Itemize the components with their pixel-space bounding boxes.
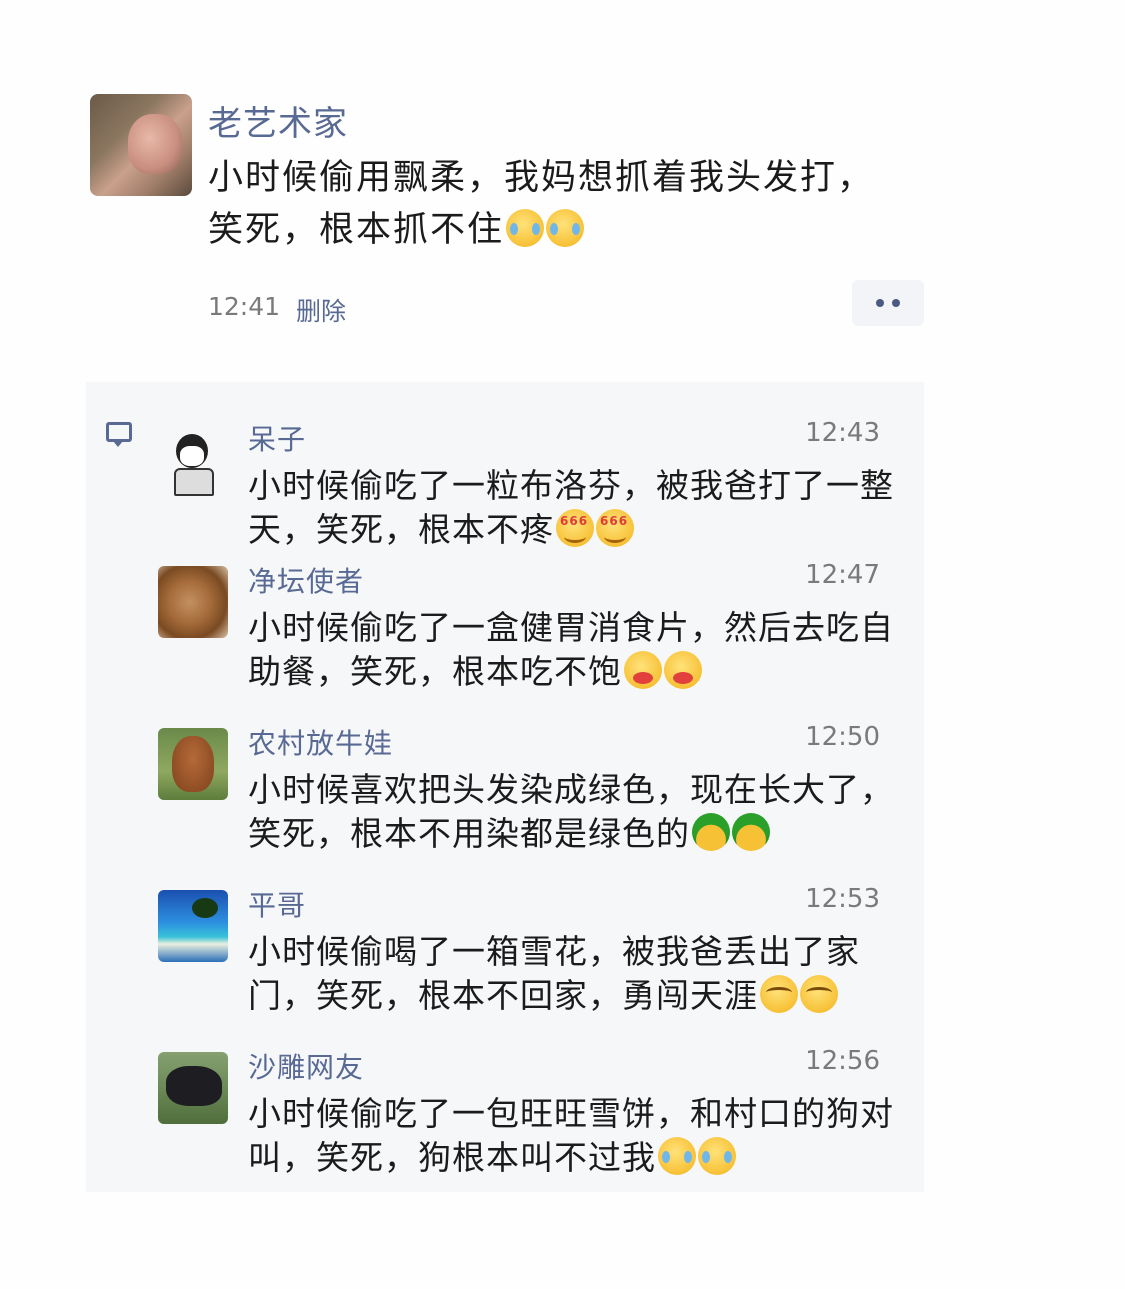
avatar[interactable] <box>158 1052 228 1124</box>
post-text: 小时候偷用飘柔，我妈想抓着我头发打，笑死，根本抓不住 <box>208 152 908 256</box>
cartoon-face <box>180 446 204 466</box>
delete-link[interactable]: 删除 <box>296 292 346 328</box>
avatar[interactable] <box>158 424 228 496</box>
comment-text-content: 小时候偷吃了一包旺旺雪饼，和村口的狗对叫，笑死，狗根本叫不过我 <box>248 1094 894 1177</box>
comment-author[interactable]: 呆子 <box>248 418 306 458</box>
cow-image <box>172 736 214 792</box>
cartoon-body <box>174 468 214 496</box>
moments-post: 老艺术家 小时候偷用飘柔，我妈想抓着我头发打，笑死，根本抓不住 12:41 删除… <box>0 0 1125 1289</box>
more-icon <box>892 299 900 307</box>
palm-image <box>192 898 218 918</box>
smirk-emoji-icon <box>800 975 838 1013</box>
comment-author[interactable]: 沙雕网友 <box>248 1046 364 1086</box>
comment-time: 12:56 <box>805 1046 880 1076</box>
comment-time: 12:53 <box>805 884 880 914</box>
comment-text[interactable]: 小时候喜欢把头发染成绿色，现在长大了，笑死，根本不用染都是绿色的 <box>248 768 908 856</box>
cry-laugh-emoji-icon <box>546 209 585 247</box>
comment-icon <box>106 422 132 447</box>
comment-author[interactable]: 平哥 <box>248 884 306 924</box>
buffalo-image <box>166 1066 222 1106</box>
comments-section: 呆子 12:43 小时候偷吃了一粒布洛芬，被我爸打了一整天，笑死，根本不疼 净坛… <box>86 382 924 1192</box>
comment-author[interactable]: 净坛使者 <box>248 560 364 600</box>
avatar[interactable] <box>158 566 228 638</box>
pig-image <box>128 114 182 174</box>
comment-text[interactable]: 小时候偷吃了一盒健胃消食片，然后去吃自助餐，笑死，根本吃不饱 <box>248 606 908 694</box>
post-author-avatar[interactable] <box>90 94 192 196</box>
comment-text[interactable]: 小时候偷吃了一粒布洛芬，被我爸打了一整天，笑死，根本不疼 <box>248 464 908 552</box>
green-hat-emoji-icon <box>692 813 730 851</box>
green-hat-emoji-icon <box>732 813 770 851</box>
comment-text-content: 小时候喜欢把头发染成绿色，现在长大了，笑死，根本不用染都是绿色的 <box>248 770 894 853</box>
avatar[interactable] <box>158 890 228 962</box>
cry-laugh-emoji-icon <box>658 1137 696 1175</box>
666-emoji-icon <box>556 499 594 547</box>
post-time: 12:41 <box>208 292 281 321</box>
comment-text-content: 小时候偷吃了一盒健胃消食片，然后去吃自助餐，笑死，根本吃不饱 <box>248 608 894 691</box>
cry-laugh-emoji-icon <box>698 1137 736 1175</box>
comment-time: 12:50 <box>805 722 880 752</box>
post-author-name[interactable]: 老艺术家 <box>208 96 348 145</box>
comment-text[interactable]: 小时候偷喝了一箱雪花，被我爸丢出了家门，笑死，根本不回家，勇闯天涯 <box>248 930 908 1018</box>
hot-emoji-icon <box>624 651 662 689</box>
comment-text[interactable]: 小时候偷吃了一包旺旺雪饼，和村口的狗对叫，笑死，狗根本叫不过我 <box>248 1092 908 1180</box>
comment-author[interactable]: 农村放牛娃 <box>248 722 393 762</box>
more-icon <box>876 299 884 307</box>
comment-time: 12:43 <box>805 418 880 448</box>
comment-time: 12:47 <box>805 560 880 590</box>
smirk-emoji-icon <box>760 975 798 1013</box>
more-button[interactable] <box>852 280 924 326</box>
cry-laugh-emoji-icon <box>506 209 545 247</box>
avatar[interactable] <box>158 728 228 800</box>
hot-emoji-icon <box>664 651 702 689</box>
666-emoji-icon <box>596 499 634 547</box>
